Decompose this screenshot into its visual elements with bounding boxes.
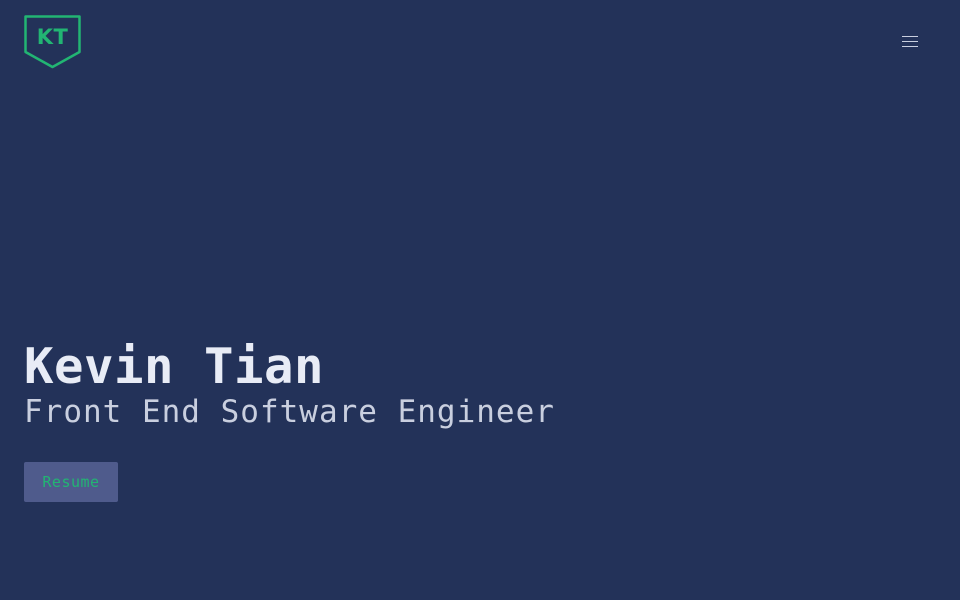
hero-role: Front End Software Engineer bbox=[24, 394, 555, 430]
hero-name: Kevin Tian bbox=[24, 338, 325, 395]
logo-text: KT bbox=[36, 25, 69, 49]
logo-link[interactable]: KT bbox=[24, 15, 81, 69]
menu-button[interactable] bbox=[898, 31, 922, 51]
resume-button[interactable]: Resume bbox=[24, 462, 118, 502]
hamburger-menu-icon bbox=[902, 36, 918, 47]
hero-section: Kevin Tian Front End Software Engineer bbox=[24, 338, 924, 432]
